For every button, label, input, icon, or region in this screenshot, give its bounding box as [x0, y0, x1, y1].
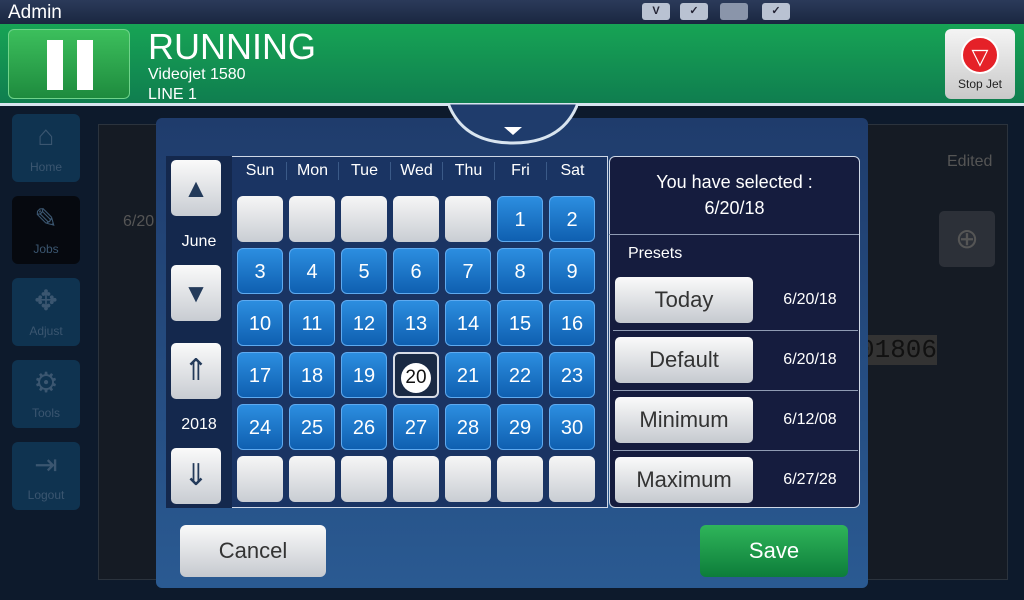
printer-model: Videojet 1580 [148, 66, 246, 83]
users-icon [720, 3, 748, 20]
check-connection-icon: ✓ [680, 3, 708, 20]
adjust-icon: ✥ [34, 285, 58, 316]
stop-jet-label: Stop Jet [957, 77, 1003, 91]
day-cell[interactable]: 25 [289, 404, 335, 450]
divider [613, 330, 858, 331]
day-cell[interactable]: 9 [549, 248, 595, 294]
selected-day-cell[interactable]: 20 [393, 352, 439, 398]
empty-day-cell [237, 456, 283, 502]
printer-status: RUNNING [148, 26, 316, 67]
preview-text: 01806 [859, 335, 938, 365]
line-name: LINE 1 [148, 86, 197, 103]
day-cell[interactable]: 22 [497, 352, 543, 398]
selected-day-number: 20 [401, 363, 431, 393]
preset-maximum-value: 6/27/28 [783, 471, 837, 488]
empty-day-cell [445, 456, 491, 502]
day-cell[interactable]: 5 [341, 248, 387, 294]
cancel-button[interactable]: Cancel [180, 525, 326, 577]
date-field: 6/20 [123, 213, 155, 230]
empty-day-cell [497, 456, 543, 502]
day-cell[interactable]: 2 [549, 196, 595, 242]
year-down-button[interactable]: ⇓ [171, 448, 221, 504]
year-label: 2018 [181, 416, 217, 433]
day-cell[interactable]: 8 [497, 248, 543, 294]
edited-label: Edited [947, 153, 993, 170]
tools-icon: ⚙ [33, 367, 59, 398]
day-cell[interactable]: 11 [289, 300, 335, 346]
day-cell[interactable]: 15 [497, 300, 543, 346]
day-cell[interactable]: 6 [393, 248, 439, 294]
preset-default-button[interactable]: Default [615, 337, 753, 383]
user-name: Admin [8, 2, 62, 23]
day-cell[interactable]: 26 [341, 404, 387, 450]
day-cell[interactable]: 28 [445, 404, 491, 450]
preset-minimum-button[interactable]: Minimum [615, 397, 753, 443]
month-label: June [181, 233, 217, 250]
day-cell[interactable]: 4 [289, 248, 335, 294]
user-v-icon: V [642, 3, 670, 20]
day-cell[interactable]: 21 [445, 352, 491, 398]
day-cell[interactable]: 24 [237, 404, 283, 450]
zoom-in-icon[interactable]: ⊕ [939, 211, 995, 267]
preset-maximum-button[interactable]: Maximum [615, 457, 753, 503]
save-button[interactable]: Save [700, 525, 848, 577]
day-cell[interactable]: 3 [237, 248, 283, 294]
day-cell[interactable]: 16 [549, 300, 595, 346]
day-cell[interactable]: 14 [445, 300, 491, 346]
presets-title: Presets [628, 245, 683, 262]
weekday-header: Wed [390, 162, 442, 180]
jobs-icon: ✎ [34, 203, 58, 234]
day-cell[interactable]: 13 [393, 300, 439, 346]
empty-day-cell [393, 456, 439, 502]
weekday-header: Tue [338, 162, 390, 180]
day-cell[interactable]: 17 [237, 352, 283, 398]
month-up-button[interactable]: ▲ [171, 160, 221, 216]
day-cell[interactable]: 19 [341, 352, 387, 398]
weekday-header: Fri [494, 162, 546, 180]
divider [613, 450, 858, 451]
top-status-bar: Admin V ✓ ✓ [0, 0, 1024, 24]
check-grid-icon: ✓ [762, 3, 790, 20]
empty-day-cell [445, 196, 491, 242]
day-cell[interactable]: 29 [497, 404, 543, 450]
dialog-notch [448, 103, 578, 145]
pause-button[interactable] [8, 29, 130, 99]
day-cell[interactable]: 23 [549, 352, 595, 398]
preset-default-value: 6/20/18 [783, 351, 837, 368]
day-cell[interactable]: 27 [393, 404, 439, 450]
stop-icon: ▽ [961, 36, 999, 74]
day-cell[interactable]: 30 [549, 404, 595, 450]
preset-today-value: 6/20/18 [783, 291, 837, 308]
empty-day-cell [549, 456, 595, 502]
preset-today-button[interactable]: Today [615, 277, 753, 323]
stop-jet-button[interactable]: ▽ Stop Jet [945, 29, 1015, 99]
year-up-button[interactable]: ⇑ [171, 343, 221, 399]
preset-minimum-value: 6/12/08 [783, 411, 837, 428]
logout-icon: ⇥ [34, 449, 58, 480]
day-cell[interactable]: 18 [289, 352, 335, 398]
selected-date: 6/20/18 [704, 198, 765, 218]
weekday-header: Sat [546, 162, 598, 180]
weekday-header: Mon [286, 162, 338, 180]
day-cell[interactable]: 10 [237, 300, 283, 346]
weekday-header: Thu [442, 162, 494, 180]
weekday-header: Sun [245, 162, 275, 179]
divider [609, 234, 859, 235]
day-cell[interactable]: 1 [497, 196, 543, 242]
empty-day-cell [341, 456, 387, 502]
home-icon: ⌂ [37, 120, 55, 151]
month-down-button[interactable]: ▼ [171, 265, 221, 321]
empty-day-cell [289, 456, 335, 502]
empty-day-cell [341, 196, 387, 242]
empty-day-cell [289, 196, 335, 242]
day-cell[interactable]: 7 [445, 248, 491, 294]
selected-label: You have selected : [656, 172, 813, 192]
day-cell[interactable]: 12 [341, 300, 387, 346]
divider [613, 390, 858, 391]
empty-day-cell [393, 196, 439, 242]
empty-day-cell [237, 196, 283, 242]
